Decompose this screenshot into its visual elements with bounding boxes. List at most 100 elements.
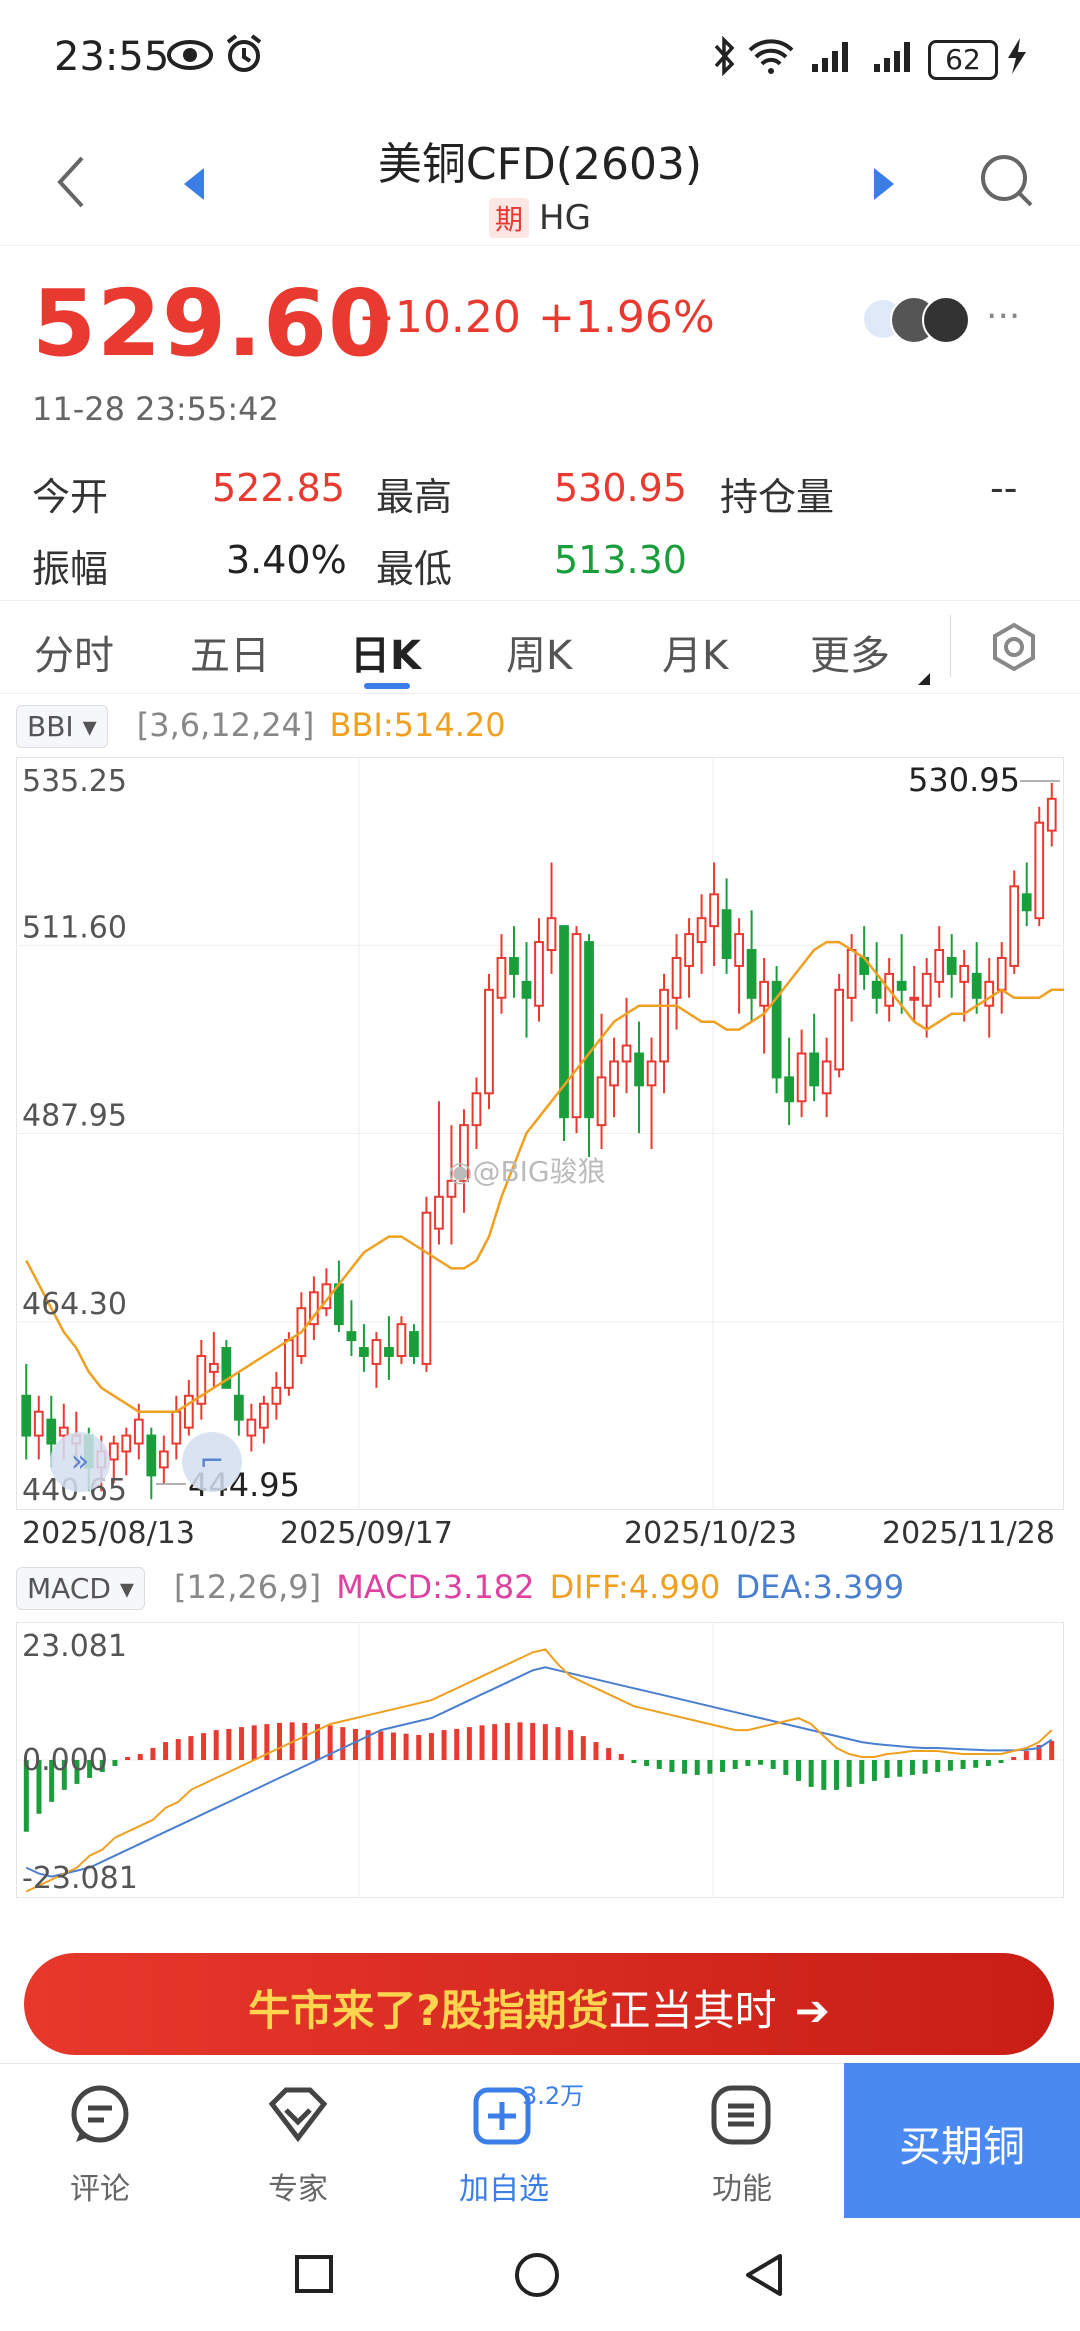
kline-indicator-select[interactable]: BBI ▾ bbox=[16, 705, 108, 748]
amplitude-value: 3.40% bbox=[226, 538, 347, 582]
nav-functions[interactable]: 功能 bbox=[642, 2064, 842, 2214]
avatar bbox=[922, 296, 970, 344]
open-value: 522.85 bbox=[212, 466, 345, 510]
candle-body bbox=[784, 1076, 794, 1103]
next-arrow-icon[interactable] bbox=[868, 166, 898, 202]
tab-weekly-k[interactable]: 周K bbox=[506, 623, 572, 681]
nav-expert[interactable]: 专家 bbox=[198, 2064, 398, 2214]
y-tick-label: 487.95 bbox=[22, 1099, 127, 1134]
candle-body bbox=[271, 1386, 282, 1405]
candle-body bbox=[721, 909, 732, 959]
expand-left-icon[interactable]: » bbox=[50, 1432, 110, 1492]
buy-button[interactable]: 买期铜 bbox=[844, 2063, 1080, 2218]
active-tab-indicator bbox=[364, 683, 410, 689]
page-title: 美铜CFD(2603) bbox=[377, 139, 703, 190]
battery-icon: 62 bbox=[928, 40, 998, 80]
kline-chart[interactable]: 535.25511.60487.95464.30440.65530.95444.… bbox=[16, 757, 1064, 1510]
bluetooth-icon bbox=[714, 36, 735, 76]
avatars-group[interactable] bbox=[864, 296, 974, 344]
candle-body bbox=[233, 1394, 244, 1421]
nav-add-label: 加自选 bbox=[459, 2172, 549, 2207]
x-tick: 2025/09/17 bbox=[280, 1516, 453, 1551]
candle-body bbox=[546, 917, 557, 952]
candle-body bbox=[46, 1418, 57, 1445]
recent-apps-icon[interactable] bbox=[294, 2254, 334, 2294]
kline-indicator-row: BBI ▾ [3,6,12,24] BBI:514.20 bbox=[16, 705, 506, 748]
banner-text: 牛市来了?股指期货正当其时 ➔ bbox=[24, 1977, 1054, 2038]
kline-indicator-name: BBI bbox=[27, 710, 74, 743]
candle-body bbox=[396, 1323, 407, 1357]
y-tick-label: 511.60 bbox=[22, 910, 127, 945]
candle-body bbox=[371, 1339, 382, 1365]
candle-body bbox=[896, 980, 907, 991]
tab-daily-k[interactable]: 日K bbox=[350, 623, 421, 681]
macd-indicator-row: MACD ▾ [12,26,9] MACD:3.182 DIFF:4.990 D… bbox=[16, 1567, 905, 1610]
home-icon[interactable] bbox=[514, 2252, 560, 2298]
candle-body bbox=[33, 1410, 44, 1437]
candle-body bbox=[946, 956, 957, 975]
settings-icon[interactable] bbox=[988, 621, 1040, 673]
search-icon[interactable] bbox=[978, 152, 1034, 212]
oi-value: -- bbox=[990, 466, 1018, 510]
comment-icon bbox=[71, 2085, 129, 2143]
candle-body bbox=[959, 964, 970, 983]
candle-body bbox=[846, 949, 857, 999]
tab-five-day[interactable]: 五日 bbox=[190, 623, 270, 681]
y-tick-label: -23.081 bbox=[22, 1861, 138, 1896]
quote-time: 11-28 23:55:42 bbox=[32, 390, 279, 428]
candle-body bbox=[684, 933, 694, 967]
candle-body bbox=[621, 1044, 632, 1063]
y-tick-label: 464.30 bbox=[22, 1287, 127, 1322]
y-tick-label: 0.000 bbox=[22, 1743, 108, 1778]
diff-value: DIFF:4.990 bbox=[549, 1568, 721, 1606]
fullscreen-icon[interactable]: ⌐ bbox=[182, 1432, 242, 1492]
high-label: 最高 bbox=[376, 475, 453, 519]
battery-level: 62 bbox=[945, 43, 981, 76]
bbi-value: BBI:514.20 bbox=[329, 706, 506, 744]
candle-body bbox=[984, 980, 995, 1007]
candle-body bbox=[509, 956, 519, 975]
more-icon[interactable]: ··· bbox=[986, 296, 1020, 337]
macd-indicator-name: MACD bbox=[27, 1572, 111, 1605]
candle-body bbox=[346, 1331, 357, 1342]
amplitude-label: 振幅 bbox=[32, 547, 109, 591]
candle-body bbox=[971, 972, 982, 999]
price-change: +10.20 bbox=[358, 292, 521, 343]
candle-body bbox=[746, 949, 757, 999]
symbol-code: HG bbox=[539, 198, 591, 238]
macd-indicator-select[interactable]: MACD ▾ bbox=[16, 1567, 145, 1610]
expert-icon bbox=[268, 2087, 328, 2143]
x-tick: 2025/11/28 bbox=[882, 1516, 1055, 1551]
candle-body bbox=[409, 1331, 419, 1357]
candle-body bbox=[146, 1434, 157, 1477]
futures-badge: 期 bbox=[489, 198, 530, 238]
functions-icon bbox=[711, 2085, 771, 2145]
candle-body bbox=[121, 1434, 132, 1453]
watermark: ◉@BIG骏狼 bbox=[448, 1150, 606, 1190]
candle-body bbox=[759, 980, 769, 1007]
arrow-right-icon: ➔ bbox=[794, 1986, 830, 2035]
candle-body bbox=[108, 1442, 119, 1461]
dea-value: DEA:3.399 bbox=[735, 1568, 905, 1606]
nav-comment[interactable]: 评论 bbox=[0, 2064, 200, 2214]
candle-body bbox=[571, 933, 582, 1119]
tab-intraday[interactable]: 分时 bbox=[34, 623, 114, 681]
candle-body bbox=[709, 893, 719, 928]
candle-body bbox=[796, 1052, 807, 1103]
tab-monthly-k[interactable]: 月K bbox=[662, 623, 728, 681]
low-value: 513.30 bbox=[554, 538, 687, 582]
candle-body bbox=[584, 941, 594, 1119]
wifi-icon bbox=[748, 39, 794, 74]
nav-functions-label: 功能 bbox=[712, 2172, 772, 2207]
candle-body bbox=[284, 1339, 294, 1389]
nav-add-watchlist[interactable]: 3.2万 加自选 bbox=[404, 2064, 604, 2214]
candle-body bbox=[208, 1362, 219, 1373]
watchlist-count: 3.2万 bbox=[522, 2082, 585, 2110]
back-nav-icon[interactable] bbox=[742, 2252, 784, 2298]
macd-chart[interactable]: 23.081 0.000 -23.081 bbox=[16, 1622, 1064, 1898]
page-subtitle: 期 HG bbox=[0, 198, 1080, 238]
more-dropdown-icon bbox=[918, 673, 930, 685]
candle-body bbox=[21, 1394, 32, 1437]
promo-banner[interactable]: 牛市来了?股指期货正当其时 ➔ bbox=[24, 1953, 1054, 2055]
tab-more[interactable]: 更多 bbox=[810, 623, 890, 681]
